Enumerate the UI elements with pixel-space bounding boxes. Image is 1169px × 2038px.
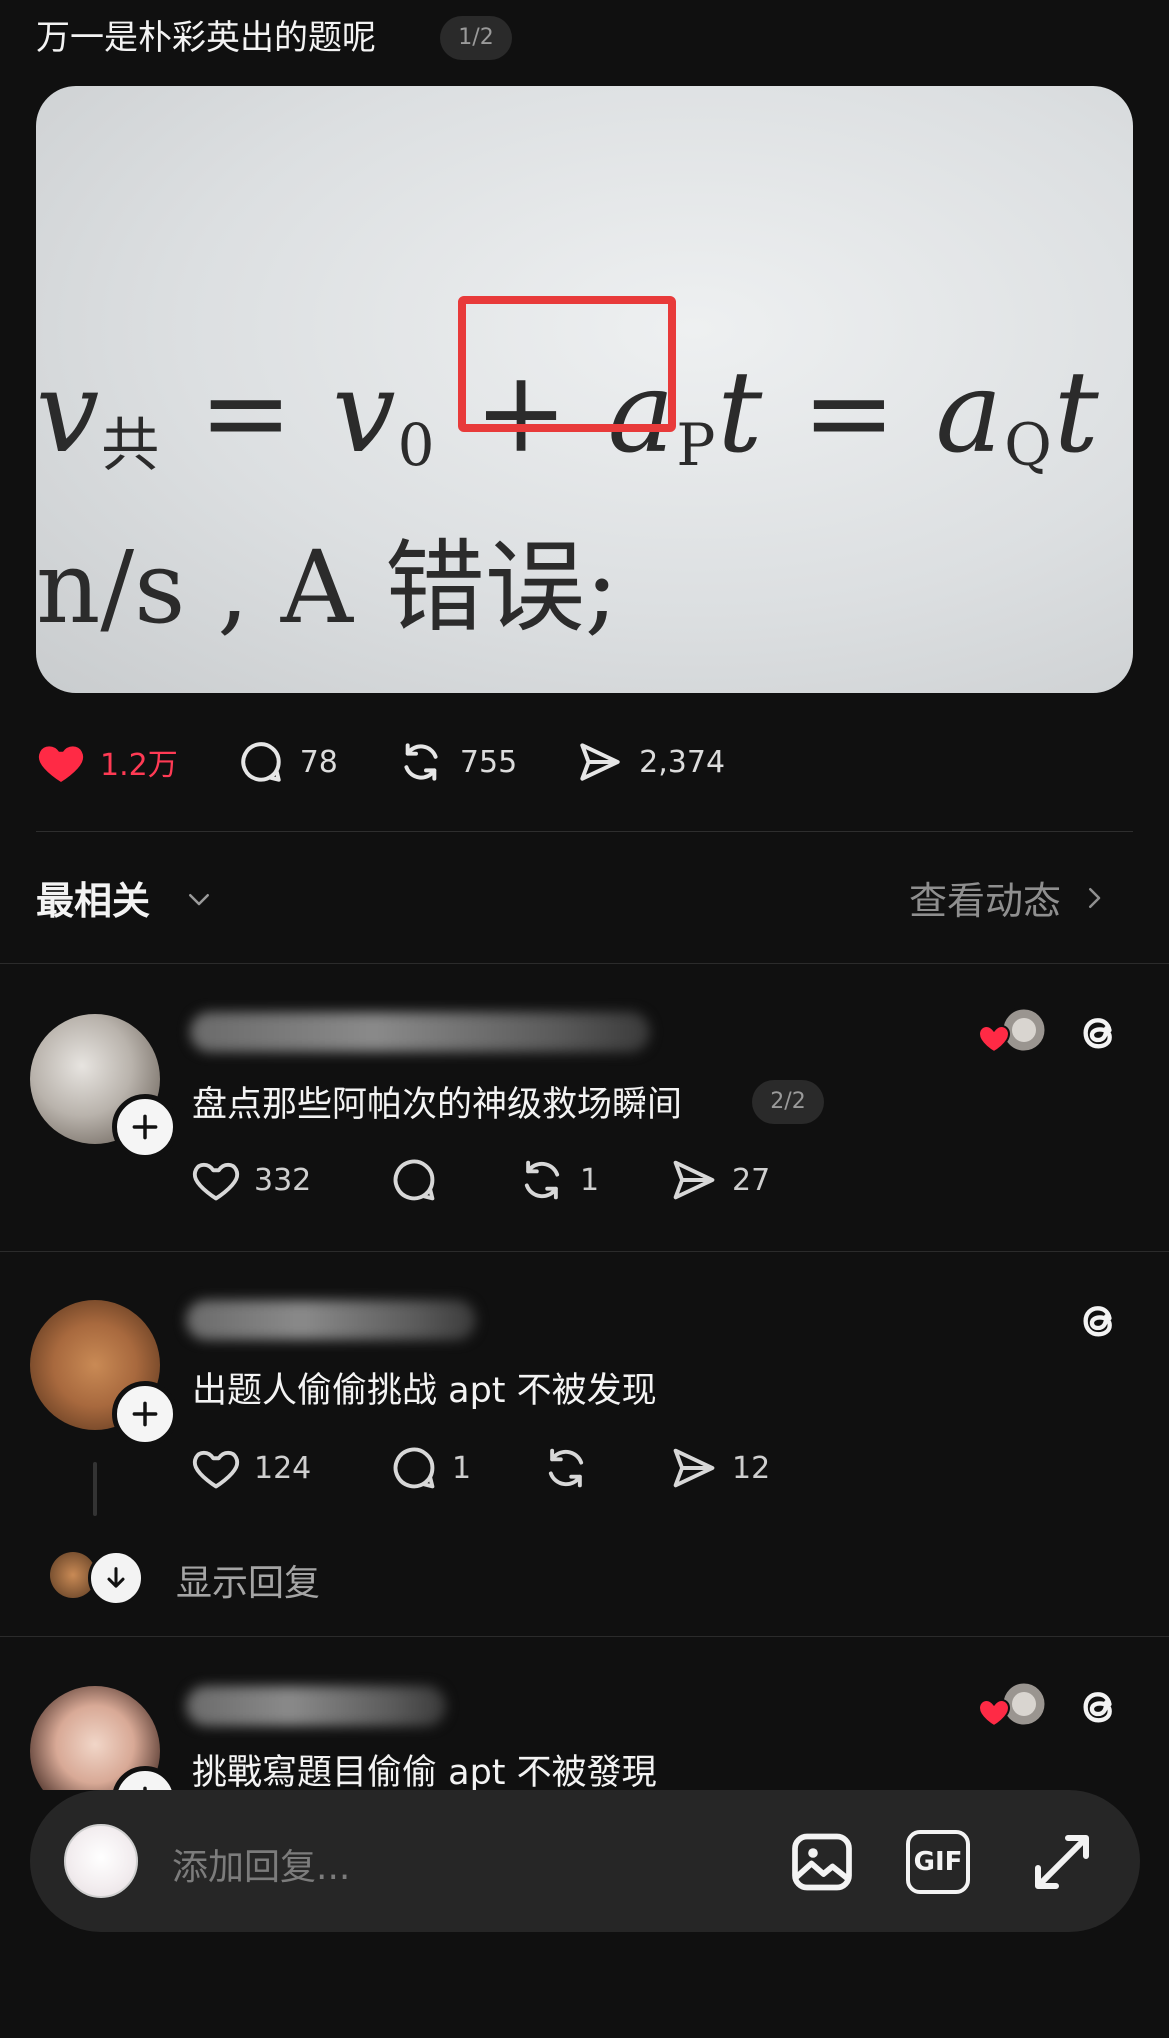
post-action-bar: 1.2万 78 755 2,374 bbox=[36, 730, 783, 794]
divider bbox=[36, 831, 1133, 832]
comment-share-button[interactable]: 12 bbox=[668, 1442, 770, 1494]
username-blurred[interactable] bbox=[190, 1012, 650, 1052]
page-indicator: 1/2 bbox=[440, 16, 512, 60]
heart-icon bbox=[192, 1450, 240, 1489]
comment-icon bbox=[393, 1159, 435, 1201]
reply-bar: 添加回复... GIF bbox=[30, 1790, 1140, 1932]
chevron-right-icon bbox=[1089, 887, 1101, 908]
follow-button[interactable] bbox=[112, 1094, 178, 1160]
gif-label: GIF bbox=[913, 1847, 963, 1877]
comment-like-button[interactable]: 124 bbox=[190, 1442, 388, 1494]
comment-share-count: 27 bbox=[732, 1162, 771, 1198]
comment-repost-count: 1 bbox=[580, 1162, 600, 1198]
divider bbox=[0, 963, 1169, 964]
show-replies-button[interactable] bbox=[88, 1550, 144, 1606]
repost-icon bbox=[524, 1160, 560, 1200]
show-replies-label[interactable]: 显示回复 bbox=[176, 1554, 320, 1606]
comment-repost-button[interactable] bbox=[540, 1442, 668, 1494]
comment-actions: 124 1 12 bbox=[190, 1442, 770, 1494]
username-blurred[interactable] bbox=[186, 1300, 476, 1340]
repost-count: 755 bbox=[459, 744, 518, 780]
like-button[interactable]: 1.2万 bbox=[36, 737, 178, 787]
comment-text: 挑戰寫題目偷偷 apt 不被發現 bbox=[192, 1753, 657, 1790]
send-icon bbox=[580, 743, 620, 781]
heart-filled-icon bbox=[38, 746, 84, 782]
comment-count: 78 bbox=[299, 744, 338, 780]
plus-icon bbox=[132, 1114, 158, 1140]
threads-icon[interactable] bbox=[1072, 1680, 1124, 1732]
repost-icon bbox=[548, 1448, 584, 1488]
follow-button[interactable] bbox=[112, 1381, 178, 1447]
highlight-box bbox=[458, 296, 676, 432]
threads-icon[interactable] bbox=[1072, 1294, 1124, 1346]
comment-like-count: 124 bbox=[254, 1450, 312, 1486]
comment-button[interactable]: 78 bbox=[236, 737, 338, 787]
comment-icon bbox=[241, 742, 281, 782]
comment-repost-button[interactable]: 1 bbox=[516, 1154, 668, 1206]
share-button[interactable]: 2,374 bbox=[575, 737, 725, 787]
repost-icon bbox=[404, 743, 438, 781]
author-liked-icon bbox=[977, 1006, 1048, 1054]
view-activity-label: 查看动态 bbox=[908, 879, 1061, 923]
heart-icon bbox=[192, 1162, 240, 1201]
reply-input[interactable]: 添加回复... bbox=[172, 1838, 350, 1890]
send-icon bbox=[673, 1448, 715, 1488]
comment-reply-button[interactable]: 1 bbox=[388, 1442, 540, 1494]
comment-text: 盘点那些阿帕次的神级救场瞬间 bbox=[192, 1085, 683, 1125]
view-activity-link[interactable]: 查看动态 bbox=[909, 870, 1109, 925]
like-count: 1.2万 bbox=[100, 748, 178, 783]
post-image[interactable]: v共 = v0 + aPt = aQt n/s , A 错误; bbox=[36, 86, 1133, 693]
plus-icon bbox=[143, 1786, 147, 1790]
chevron-down-icon[interactable] bbox=[184, 884, 214, 914]
divider bbox=[0, 1251, 1169, 1252]
comment-share-count: 12 bbox=[732, 1450, 771, 1486]
repost-button[interactable]: 755 bbox=[396, 737, 517, 787]
post-title: 万一是朴彩英出的题呢 bbox=[36, 18, 376, 58]
comment-row: 挑戰寫題目偷偷 apt 不被發現 bbox=[0, 1636, 1169, 1790]
threads-icon[interactable] bbox=[1072, 1006, 1124, 1058]
image-icon[interactable] bbox=[786, 1826, 858, 1898]
arrow-down-icon bbox=[107, 1567, 125, 1588]
comment-actions: 332 1 27 bbox=[190, 1154, 770, 1206]
comment-like-count: 332 bbox=[254, 1162, 312, 1198]
comment-reply-count: 1 bbox=[452, 1450, 472, 1486]
author-liked-icon bbox=[977, 1680, 1048, 1728]
sort-dropdown[interactable]: 最相关 bbox=[36, 870, 150, 925]
username-blurred[interactable] bbox=[186, 1686, 446, 1726]
image-text-line: n/s , A 错误; bbox=[36, 529, 619, 646]
comment-text: 出题人偷偷挑战 apt 不被发现 bbox=[192, 1371, 657, 1411]
comment-share-button[interactable]: 27 bbox=[668, 1154, 770, 1206]
share-count: 2,374 bbox=[639, 744, 726, 780]
comment-icon bbox=[393, 1447, 435, 1489]
expand-icon[interactable] bbox=[1026, 1826, 1098, 1898]
send-icon bbox=[673, 1160, 715, 1200]
comment-reply-button[interactable] bbox=[388, 1154, 516, 1206]
gif-button[interactable]: GIF bbox=[906, 1830, 970, 1894]
plus-icon bbox=[132, 1401, 158, 1427]
thread-line bbox=[93, 1462, 97, 1516]
comment-like-button[interactable]: 332 bbox=[190, 1154, 388, 1206]
current-user-avatar bbox=[64, 1824, 138, 1898]
page-indicator: 2/2 bbox=[752, 1080, 824, 1124]
